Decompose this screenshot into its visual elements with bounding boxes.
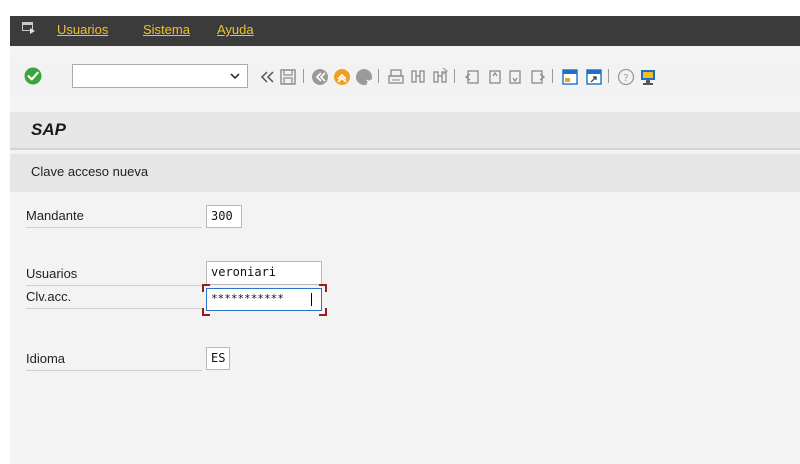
previous-page-icon[interactable]: [484, 67, 504, 87]
label-underline: [26, 285, 202, 286]
menu-bar: Usuarios Sistema Ayuda: [10, 16, 800, 46]
customize-layout-icon[interactable]: [638, 67, 658, 87]
exit-icon[interactable]: [332, 67, 352, 87]
command-field[interactable]: [72, 64, 248, 88]
password-label: Clv.acc.: [26, 289, 72, 304]
first-page-icon[interactable]: [462, 67, 482, 87]
idioma-label: Idioma: [26, 351, 66, 366]
mandante-label: Mandante: [26, 208, 84, 223]
menu-exit-icon[interactable]: [22, 22, 36, 34]
sap-frame: Usuarios Sistema Ayuda ? SAP Clave acces…: [10, 16, 800, 464]
dropdown-chevron-icon[interactable]: [229, 70, 241, 82]
toolbar-separator: [552, 69, 553, 83]
menu-ayuda[interactable]: Ayuda: [217, 22, 254, 37]
focus-corner: [202, 308, 210, 316]
last-page-icon[interactable]: [528, 67, 548, 87]
command-input[interactable]: [75, 67, 229, 87]
svg-text:?: ?: [623, 73, 628, 84]
find-next-icon[interactable]: [430, 67, 450, 87]
create-session-icon[interactable]: [560, 67, 580, 87]
new-password-button[interactable]: Clave acceso nueva: [31, 164, 148, 179]
application-toolbar: Clave acceso nueva: [10, 154, 800, 192]
back-icon[interactable]: [310, 67, 330, 87]
focus-corner: [202, 284, 210, 292]
save-icon[interactable]: [278, 67, 298, 87]
sap-logon-window: Usuarios Sistema Ayuda ? SAP Clave acces…: [0, 0, 800, 464]
title-divider: [10, 148, 800, 150]
menu-usuarios[interactable]: Usuarios: [57, 22, 108, 37]
toolbar-separator: [378, 69, 379, 83]
label-underline: [26, 308, 202, 309]
print-icon[interactable]: [386, 67, 406, 87]
find-icon[interactable]: [408, 67, 428, 87]
toolbar-separator: [454, 69, 455, 83]
label-underline: [26, 370, 202, 371]
mandante-field[interactable]: 300: [206, 205, 242, 228]
toolbar-separator: [303, 69, 304, 83]
label-underline: [26, 227, 202, 228]
collapse-double-chevron-icon[interactable]: [258, 67, 278, 87]
next-page-icon[interactable]: [506, 67, 526, 87]
focus-corner: [319, 284, 327, 292]
language-field[interactable]: ES: [206, 347, 230, 370]
text-cursor: [311, 293, 312, 306]
usuario-label: Usuarios: [26, 266, 78, 281]
user-field[interactable]: veroniari: [206, 261, 322, 285]
focus-corner: [319, 308, 327, 316]
page-title: SAP: [31, 120, 66, 139]
enter-check-icon[interactable]: [23, 66, 43, 86]
help-icon[interactable]: ?: [616, 67, 636, 87]
standard-toolbar: ?: [10, 60, 800, 96]
toolbar-separator: [608, 69, 609, 83]
generate-shortcut-icon[interactable]: [584, 67, 604, 87]
menu-sistema[interactable]: Sistema: [143, 22, 190, 37]
password-field[interactable]: ***********: [206, 288, 322, 311]
title-bar: SAP: [10, 112, 800, 148]
cancel-icon[interactable]: [354, 67, 374, 87]
